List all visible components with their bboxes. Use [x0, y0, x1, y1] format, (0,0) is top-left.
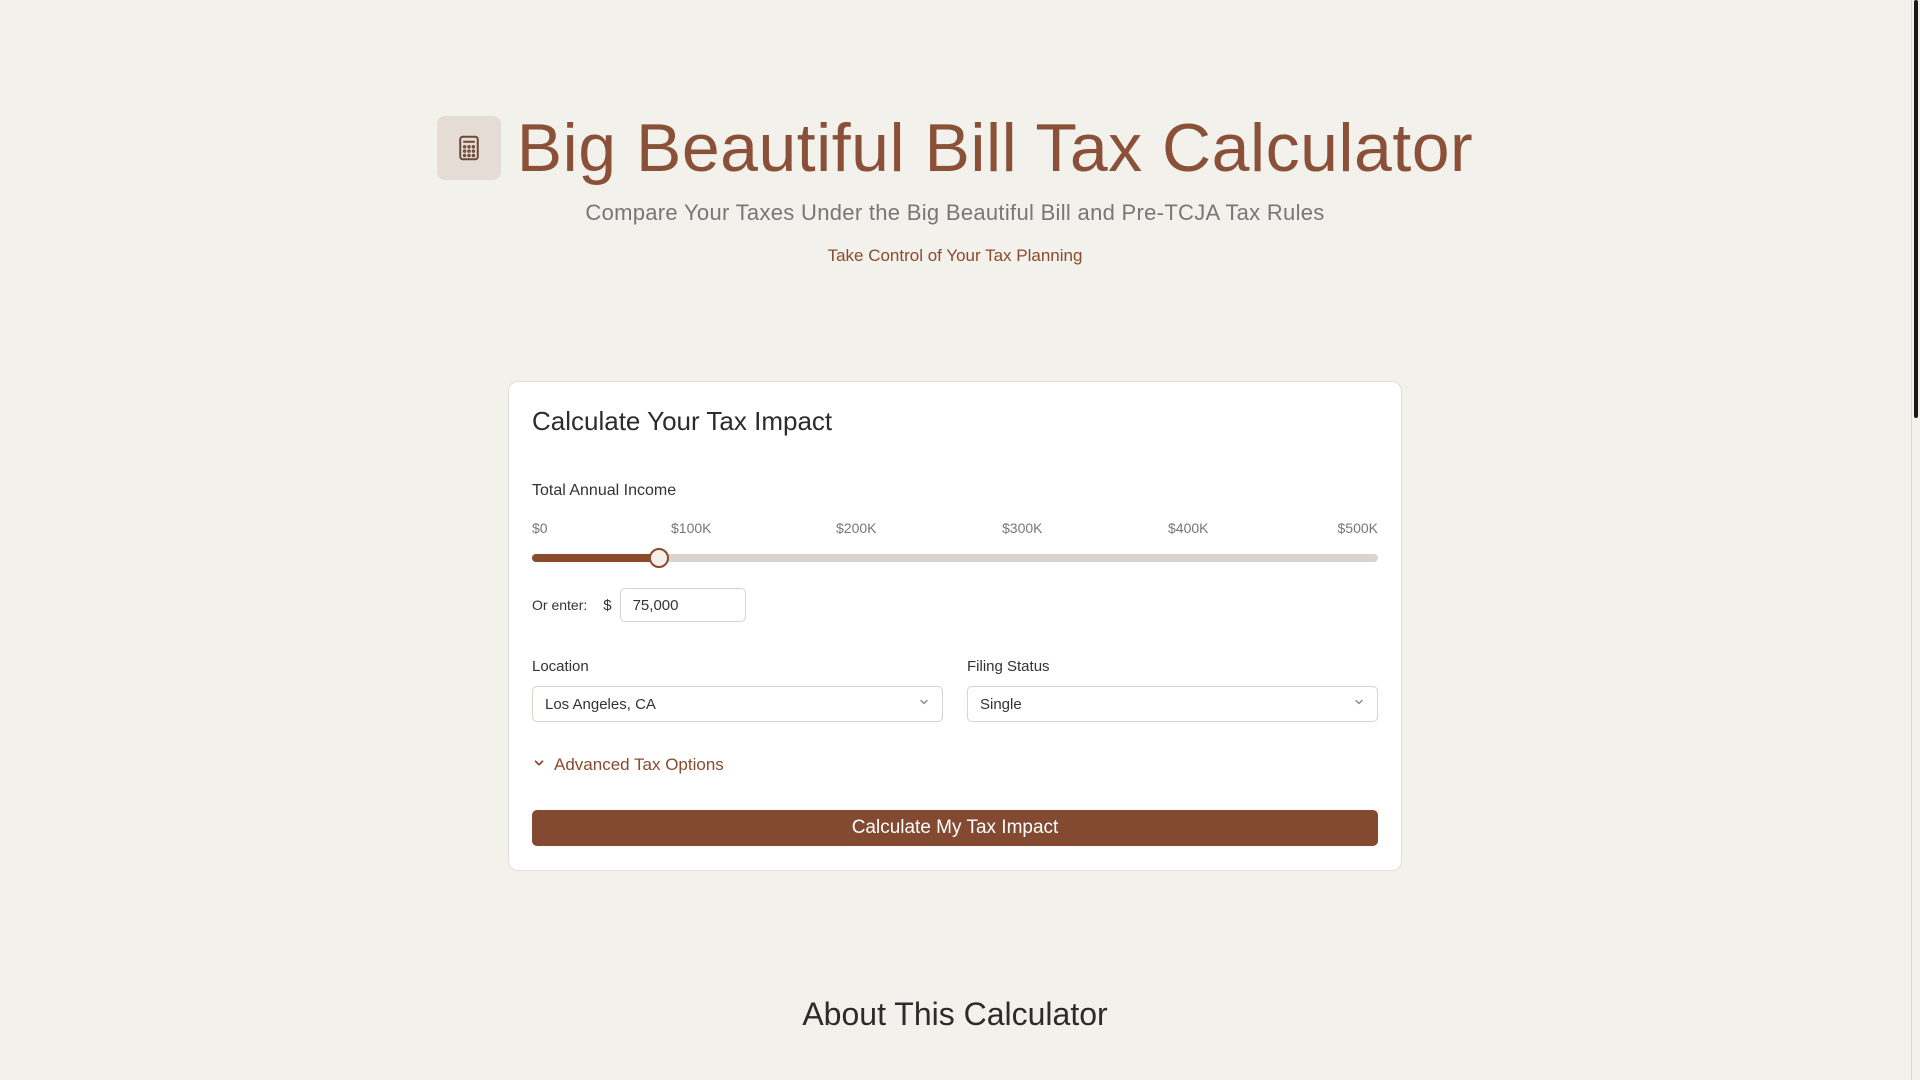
filing-status-label: Filing Status [967, 658, 1050, 675]
tick-label: $300K [1002, 520, 1043, 536]
income-entry-row: Or enter: $ [532, 587, 746, 623]
calculate-button[interactable]: Calculate My Tax Impact [532, 810, 1378, 846]
income-slider-handle[interactable] [648, 548, 669, 568]
scrollbar-thumb[interactable] [1914, 0, 1918, 418]
income-ticks: $0 $100K $200K $300K $400K $500K [532, 520, 1378, 538]
chevron-down-icon [532, 755, 546, 775]
scrollbar[interactable] [1911, 0, 1920, 1080]
filing-status-select[interactable]: Single [967, 686, 1378, 722]
page-subtitle: Compare Your Taxes Under the Big Beautif… [585, 200, 1325, 225]
page-title: Big Beautiful Bill Tax Calculator [516, 110, 1474, 186]
advanced-tax-options-label: Advanced Tax Options [554, 755, 724, 774]
tick-label: $400K [1168, 520, 1209, 536]
income-slider[interactable] [532, 548, 1378, 568]
page: Big Beautiful Bill Tax Calculator Compar… [0, 0, 1920, 1080]
tick-label: $500K [1337, 520, 1378, 536]
header: Big Beautiful Bill Tax Calculator [0, 108, 1910, 188]
about-heading: About This Calculator [802, 996, 1108, 1032]
chevron-down-icon [1353, 695, 1365, 713]
or-enter-label: Or enter: [532, 597, 588, 613]
card-title: Calculate Your Tax Impact [532, 406, 833, 436]
calculator-icon [436, 116, 501, 180]
tick-label: $0 [532, 520, 548, 536]
calculator-card: Calculate Your Tax Impact Total Annual I… [508, 381, 1402, 871]
income-slider-fill [532, 554, 659, 562]
currency-symbol: $ [603, 596, 612, 614]
location-select[interactable]: Los Angeles, CA [532, 686, 943, 722]
chevron-down-icon [918, 695, 930, 713]
tagline: Take Control of Your Tax Planning [827, 246, 1083, 265]
tick-label: $200K [836, 520, 877, 536]
advanced-tax-options-toggle[interactable]: Advanced Tax Options [532, 755, 724, 775]
income-label: Total Annual Income [532, 482, 677, 499]
filing-status-value: Single [980, 695, 1022, 713]
tick-label: $100K [671, 520, 712, 536]
location-label: Location [532, 658, 589, 675]
income-input[interactable] [619, 588, 746, 622]
location-value: Los Angeles, CA [545, 695, 656, 713]
